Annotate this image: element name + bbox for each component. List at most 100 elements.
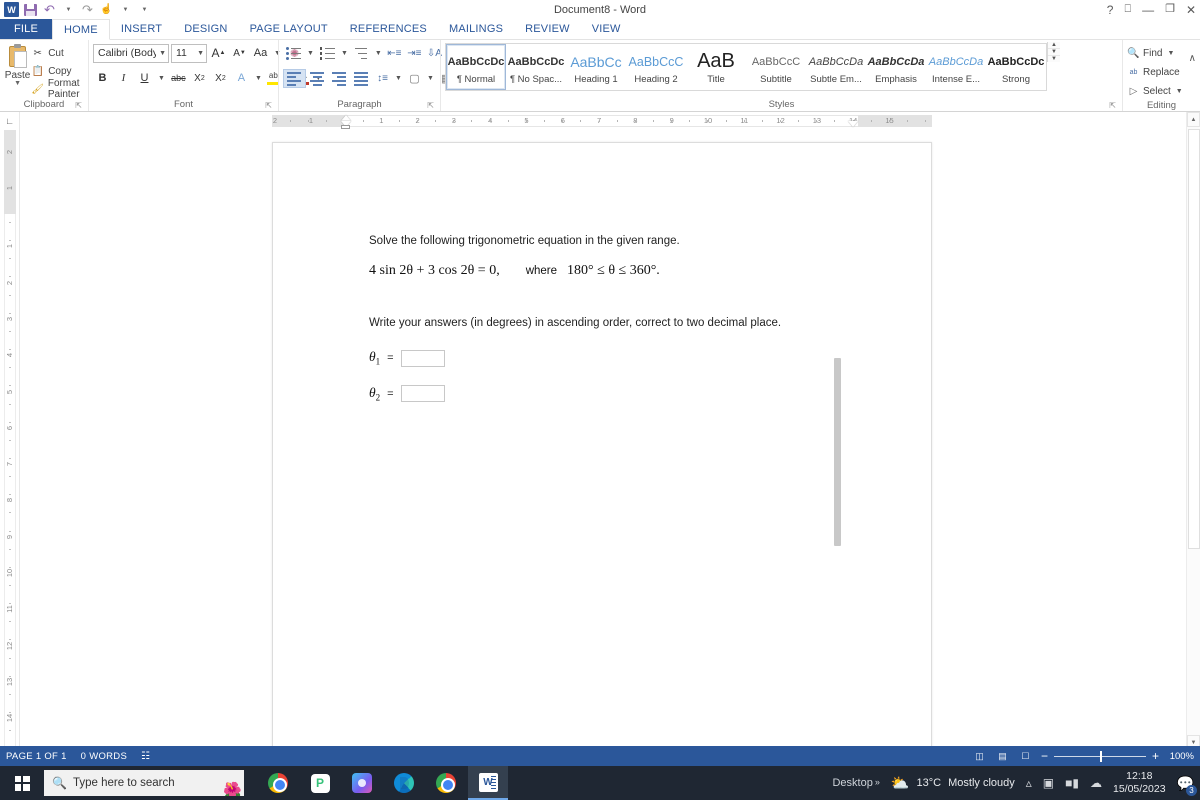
tab-design[interactable]: DESIGN [173,19,238,39]
scrollbar-thumb[interactable] [1188,129,1200,549]
weather-widget[interactable]: ⛅ 13°C Mostly cloudy [891,774,1015,792]
redo-icon[interactable]: ↷ [79,1,96,18]
align-left-icon[interactable] [283,68,306,88]
shrink-font-button[interactable]: A ▼ [230,44,249,63]
find-dropdown-icon[interactable]: ▼ [1165,44,1176,63]
tab-insert[interactable]: INSERT [110,19,173,39]
taskbar-picsart-button[interactable]: P [300,766,340,800]
customize-quick-access-icon[interactable]: ▼ [136,1,153,18]
close-button[interactable]: ✕ [1186,4,1196,16]
answer-input-1[interactable] [400,349,445,367]
decrease-indent-icon[interactable]: ⇤≡ [385,44,404,63]
taskbar-chrome2-button[interactable] [426,766,466,800]
justify-icon[interactable] [351,69,372,88]
style-item-normal[interactable]: AaBbCcDc ¶ Normal [446,44,506,90]
style-item-subtle-em[interactable]: AaBbCcDa Subtle Em... [806,44,866,90]
read-mode-icon[interactable]: ◫ [972,750,987,763]
left-indent-marker[interactable] [341,125,350,129]
strikethrough-button[interactable]: abc [169,69,188,88]
font-size-dropdown-icon[interactable]: ▼ [194,50,204,57]
numbering-dropdown-icon[interactable]: ▼ [339,44,350,63]
undo-dropdown-icon[interactable]: ▼ [60,1,77,18]
line-spacing-dropdown-icon[interactable]: ▼ [393,69,404,88]
multilevel-dropdown-icon[interactable]: ▼ [373,44,384,63]
tab-home[interactable]: HOME [52,19,110,40]
multilevel-list-icon[interactable] [351,44,372,63]
vertical-ruler[interactable]: 2 1 1 2 3 4 5 6 7 8 9 10 11 12 13 14 [0,130,20,750]
cut-button[interactable]: ✂ Cut [31,45,91,61]
collapse-ribbon-icon[interactable]: ∧ [1189,53,1196,64]
overflow-icon[interactable]: » [875,777,880,787]
font-name-dropdown-icon[interactable]: ▼ [156,50,166,57]
tab-mailings[interactable]: MAILINGS [438,19,514,39]
text-effects-icon[interactable]: A [232,69,251,88]
style-item-heading-1[interactable]: AaBbCc Heading 1 [566,44,626,90]
format-painter-button[interactable]: 🖌 Format Painter [31,78,91,100]
styles-scroll-up-icon[interactable]: ▲ [1048,42,1060,49]
ribbon-display-options-icon[interactable]: ⎕ [1124,4,1131,15]
text-effects-dropdown-icon[interactable]: ▼ [253,69,264,88]
shading-dropdown-icon[interactable]: ▼ [425,69,436,88]
save-icon[interactable] [22,1,39,18]
taskbar-word-button[interactable]: W [468,766,508,800]
taskbar-edge-button[interactable] [384,766,424,800]
shading-icon[interactable]: ▢ [405,69,424,88]
tab-references[interactable]: REFERENCES [339,19,438,39]
document-page[interactable]: Solve the following trigonometric equati… [272,142,932,750]
style-item-intense-e[interactable]: AaBbCcDa Intense E... [926,44,986,90]
underline-dropdown-icon[interactable]: ▼ [156,69,167,88]
proofing-icon[interactable]: ☷ [141,751,150,762]
tab-view[interactable]: VIEW [581,19,632,39]
replace-button[interactable]: ab Replace [1127,64,1180,81]
zoom-level-label[interactable]: 100% [1167,751,1194,762]
document-vertical-scrollbar[interactable]: ▲ ▼ [1186,112,1200,750]
zoom-handle[interactable] [1099,750,1102,762]
style-item-strong[interactable]: AaBbCcDc Strong [986,44,1046,90]
tab-stop-selector-icon[interactable]: ∟ [0,112,20,130]
zoom-in-button[interactable]: + [1152,750,1159,762]
paste-button[interactable]: Paste ▼ [4,42,31,97]
zoom-out-button[interactable]: − [1041,750,1048,762]
battery-icon[interactable]: ■▮ [1065,776,1079,790]
taskbar-chrome-button[interactable] [258,766,298,800]
undo-icon[interactable]: ↶ [41,1,58,18]
horizontal-ruler[interactable]: ∟ 21123456789101112131415 [0,112,1200,130]
tab-page-layout[interactable]: PAGE LAYOUT [239,19,339,39]
word-count-status[interactable]: 0 WORDS [81,751,127,762]
select-button[interactable]: ▷ Select ▼ [1127,83,1185,100]
paragraph-dialog-launcher[interactable]: ⇱ [427,101,434,110]
answer-input-2[interactable] [400,385,445,403]
print-layout-icon[interactable]: ▤ [995,750,1010,763]
start-button[interactable] [0,766,44,800]
style-item-title[interactable]: AaB Title [686,44,746,90]
web-layout-icon[interactable]: ☐ [1018,750,1033,763]
change-case-button[interactable]: Aa [251,44,270,63]
help-icon[interactable]: ? [1107,4,1114,16]
clock[interactable]: 12:18 15/05/2023 [1113,770,1166,796]
styles-scroll-down-icon[interactable]: ▼ [1048,49,1060,56]
style-item-subtitle[interactable]: AaBbCcC Subtitle [746,44,806,90]
styles-dialog-launcher[interactable]: ⇱ [1109,101,1116,110]
zoom-track[interactable] [1053,750,1146,762]
font-name-combo[interactable]: Calibri (Body) ▼ [93,43,169,63]
increase-indent-icon[interactable]: ⇥≡ [405,44,424,63]
style-item-no-spac[interactable]: AaBbCcDc ¶ No Spac... [506,44,566,90]
numbering-icon[interactable] [317,44,338,63]
bold-button[interactable]: B [93,69,112,88]
show-hidden-icons-icon[interactable]: ▵ [1026,776,1032,790]
styles-more-icon[interactable]: ▼ [1048,56,1060,62]
line-spacing-icon[interactable]: ↕≡ [373,69,392,88]
bullets-dropdown-icon[interactable]: ▼ [305,44,316,63]
scroll-up-icon[interactable]: ▲ [1187,112,1200,127]
taskbar-bing-button[interactable] [342,766,382,800]
italic-button[interactable]: I [114,69,133,88]
touch-mode-icon[interactable]: ☝ [98,1,115,18]
tab-file[interactable]: FILE [0,19,53,39]
embedded-content-scrollbar[interactable] [834,358,841,546]
minimize-button[interactable]: — [1142,4,1154,16]
zoom-slider[interactable]: − + [1041,750,1159,762]
paste-dropdown-icon[interactable]: ▼ [14,80,21,87]
tab-review[interactable]: REVIEW [514,19,581,39]
grow-font-button[interactable]: A ▲ [209,44,228,63]
search-input[interactable]: 🔍 Type here to search 🌺 [44,770,244,796]
